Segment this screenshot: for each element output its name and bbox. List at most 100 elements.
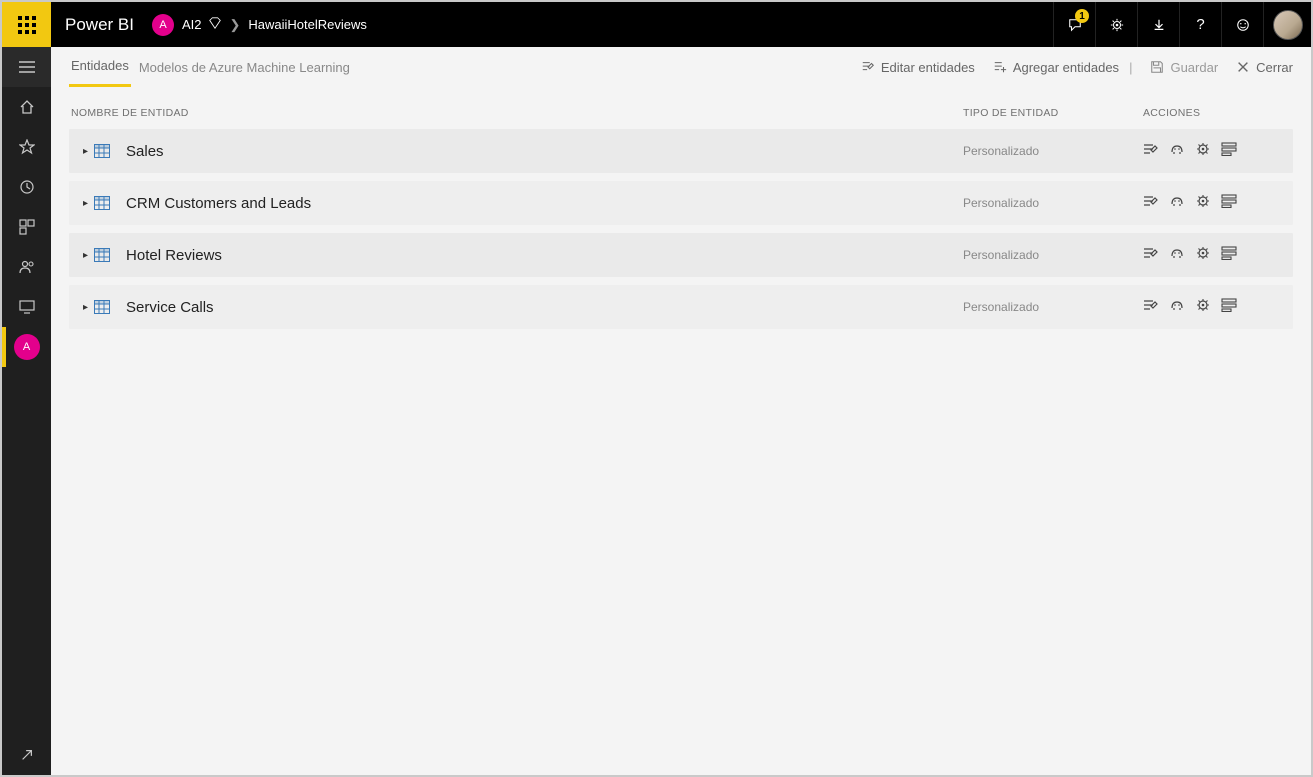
close-button[interactable]: Cerrar xyxy=(1236,60,1293,75)
edit-list-icon xyxy=(861,60,875,74)
grid-header: NOMBRE DE ENTIDAD TIPO DE ENTIDAD ACCION… xyxy=(69,87,1293,129)
row-properties-icon[interactable] xyxy=(1221,246,1237,265)
entity-row[interactable]: ▸ Service Calls Personalizado xyxy=(69,285,1293,329)
entity-type: Personalizado xyxy=(963,248,1143,262)
clock-icon xyxy=(19,179,35,195)
row-ai-icon[interactable] xyxy=(1169,194,1185,213)
breadcrumb-current[interactable]: HawaiiHotelReviews xyxy=(248,17,367,32)
home-icon xyxy=(19,99,35,115)
workspace-avatar: A xyxy=(14,334,40,360)
row-ai-icon[interactable] xyxy=(1169,246,1185,265)
table-icon xyxy=(94,144,110,158)
tab-ml-models[interactable]: Modelos de Azure Machine Learning xyxy=(137,47,352,87)
feedback-button[interactable] xyxy=(1221,2,1263,47)
row-properties-icon[interactable] xyxy=(1221,142,1237,161)
expand-caret-icon[interactable]: ▸ xyxy=(83,250,88,261)
row-edit-icon[interactable] xyxy=(1143,142,1159,161)
row-settings-icon[interactable] xyxy=(1195,246,1211,265)
row-properties-icon[interactable] xyxy=(1221,298,1237,317)
row-settings-icon[interactable] xyxy=(1195,194,1211,213)
download-button[interactable] xyxy=(1137,2,1179,47)
top-bar: Power BI A AI2 ❯ HawaiiHotelReviews 1 ? xyxy=(2,2,1311,47)
entity-row[interactable]: ▸ CRM Customers and Leads Personalizado xyxy=(69,181,1293,225)
row-actions xyxy=(1143,298,1293,317)
row-edit-icon[interactable] xyxy=(1143,246,1159,265)
table-icon xyxy=(94,196,110,210)
row-actions xyxy=(1143,246,1293,265)
row-actions xyxy=(1143,194,1293,213)
save-button[interactable]: Guardar xyxy=(1150,60,1218,75)
help-button[interactable]: ? xyxy=(1179,2,1221,47)
row-settings-icon[interactable] xyxy=(1195,298,1211,317)
notifications-button[interactable]: 1 xyxy=(1053,2,1095,47)
action-bar: Entidades Modelos de Azure Machine Learn… xyxy=(51,47,1311,87)
entity-type: Personalizado xyxy=(963,300,1143,314)
help-icon: ? xyxy=(1196,16,1204,33)
nav-favorites[interactable] xyxy=(2,127,51,167)
workspace-name[interactable]: AI2 xyxy=(182,17,202,32)
close-icon xyxy=(1236,60,1250,74)
expand-caret-icon[interactable]: ▸ xyxy=(83,198,88,209)
row-ai-icon[interactable] xyxy=(1169,142,1185,161)
waffle-icon xyxy=(18,16,36,34)
entity-name: Sales xyxy=(126,143,164,160)
col-header-actions: ACCIONES xyxy=(1143,107,1293,119)
entity-name: CRM Customers and Leads xyxy=(126,195,311,212)
entity-row[interactable]: ▸ Hotel Reviews Personalizado xyxy=(69,233,1293,277)
entity-name: Service Calls xyxy=(126,299,214,316)
row-edit-icon[interactable] xyxy=(1143,298,1159,317)
nav-toggle-button[interactable] xyxy=(2,47,51,87)
entity-name: Hotel Reviews xyxy=(126,247,222,264)
star-icon xyxy=(19,139,35,155)
settings-button[interactable] xyxy=(1095,2,1137,47)
breadcrumb-separator-icon: ❯ xyxy=(230,17,241,33)
close-label: Cerrar xyxy=(1256,60,1293,75)
left-nav: A xyxy=(2,47,51,775)
entity-type: Personalizado xyxy=(963,144,1143,158)
profile-button[interactable] xyxy=(1263,2,1311,47)
table-icon xyxy=(94,248,110,262)
premium-diamond-icon xyxy=(208,16,222,33)
row-ai-icon[interactable] xyxy=(1169,298,1185,317)
tab-entities[interactable]: Entidades xyxy=(69,47,131,87)
action-separator: | xyxy=(1129,60,1132,75)
col-header-name: NOMBRE DE ENTIDAD xyxy=(69,107,963,119)
apps-icon xyxy=(19,219,35,235)
add-list-icon xyxy=(993,60,1007,74)
nav-workspaces[interactable] xyxy=(2,287,51,327)
table-icon xyxy=(94,300,110,314)
nav-recent[interactable] xyxy=(2,167,51,207)
edit-entities-label: Editar entidades xyxy=(881,60,975,75)
row-edit-icon[interactable] xyxy=(1143,194,1159,213)
people-icon xyxy=(19,259,35,275)
nav-get-data[interactable] xyxy=(2,735,51,775)
workspace-badge[interactable]: A xyxy=(152,14,174,36)
nav-apps[interactable] xyxy=(2,207,51,247)
arrow-out-icon xyxy=(20,748,34,762)
hamburger-icon xyxy=(19,61,35,73)
row-settings-icon[interactable] xyxy=(1195,142,1211,161)
save-label: Guardar xyxy=(1170,60,1218,75)
download-icon xyxy=(1152,18,1166,32)
row-properties-icon[interactable] xyxy=(1221,194,1237,213)
entity-row[interactable]: ▸ Sales Personalizado xyxy=(69,129,1293,173)
notification-badge: 1 xyxy=(1075,9,1089,23)
col-header-type: TIPO DE ENTIDAD xyxy=(963,107,1143,119)
expand-caret-icon[interactable]: ▸ xyxy=(83,302,88,313)
expand-caret-icon[interactable]: ▸ xyxy=(83,146,88,157)
edit-entities-button[interactable]: Editar entidades xyxy=(861,60,975,75)
nav-shared[interactable] xyxy=(2,247,51,287)
gear-icon xyxy=(1110,18,1124,32)
nav-current-workspace[interactable]: A xyxy=(2,327,51,367)
add-entities-label: Agregar entidades xyxy=(1013,60,1119,75)
row-actions xyxy=(1143,142,1293,161)
smile-icon xyxy=(1236,18,1250,32)
nav-home[interactable] xyxy=(2,87,51,127)
add-entities-button[interactable]: Agregar entidades xyxy=(993,60,1119,75)
save-icon xyxy=(1150,60,1164,74)
monitor-icon xyxy=(19,299,35,315)
product-name[interactable]: Power BI xyxy=(65,15,134,35)
avatar xyxy=(1273,10,1303,40)
entity-type: Personalizado xyxy=(963,196,1143,210)
app-launcher-button[interactable] xyxy=(2,2,51,47)
